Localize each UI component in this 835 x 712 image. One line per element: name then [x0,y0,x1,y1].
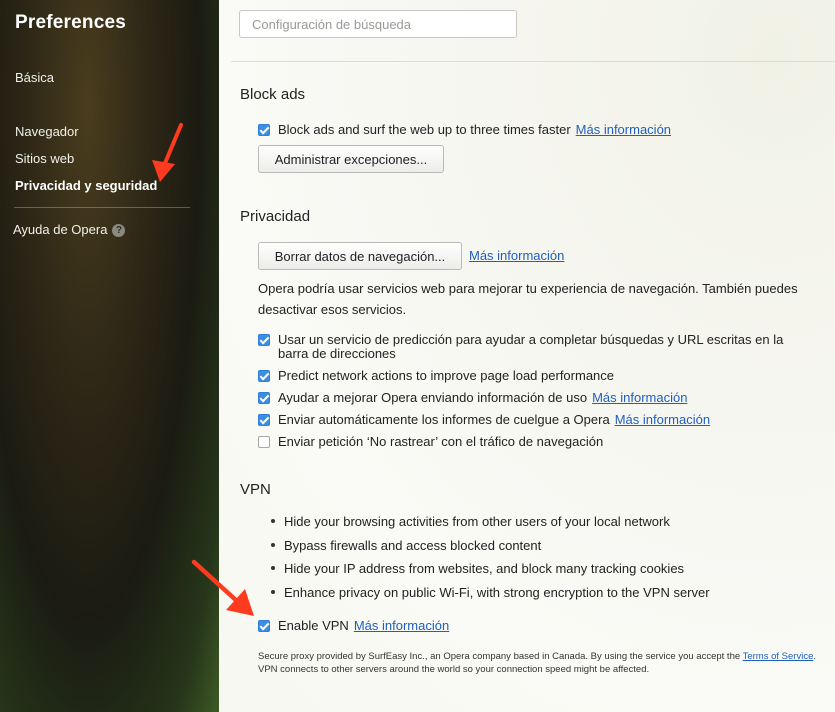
vpn-footer-period: . [813,651,816,662]
vpn-bullet: Bypass firewalls and access blocked cont… [271,538,541,554]
vpn-bullet-text: Bypass firewalls and access blocked cont… [284,538,542,553]
sidebar: Preferences Básica Navegador Sitios web … [0,0,219,712]
vpn-bullet: Hide your IP address from websites, and … [271,561,684,577]
predict-network-label: Predict network actions to improve page … [278,368,615,383]
block-ads-row: Block ads and surf the web up to three t… [258,122,671,138]
block-ads-more-info-link[interactable]: Más información [576,122,671,137]
block-ads-label: Block ads and surf the web up to three t… [278,122,571,137]
annotation-arrow-icon [152,123,183,182]
settings-panel: Block ads Block ads and surf the web up … [219,0,835,712]
search-input[interactable] [239,10,517,38]
sidebar-divider [14,207,190,208]
privacy-option-usage: Ayudar a mejorar Opera enviando informac… [258,390,687,406]
help-label: Ayuda de Opera [13,222,108,237]
bullet-icon [271,543,275,547]
vpn-title: VPN [240,481,271,498]
prediction-label: Usar un servicio de predicción para ayud… [278,332,784,347]
privacy-option-predict-network: Predict network actions to improve page … [258,368,614,384]
vpn-bullet-text: Hide your browsing activities from other… [284,514,670,529]
clear-browsing-data-button[interactable]: Borrar datos de navegación... [258,242,462,270]
header-divider [231,61,835,62]
help-icon: ? [112,224,126,237]
sidebar-item-sitios-web[interactable]: Sitios web [15,151,74,166]
sidebar-item-help[interactable]: Ayuda de Opera? [13,222,126,237]
privacy-option-do-not-track: Enviar petición ‘No rastrear’ con el trá… [258,434,603,450]
privacy-title: Privacidad [240,208,311,225]
do-not-track-label: Enviar petición ‘No rastrear’ con el trá… [278,434,604,449]
usage-more-info-link[interactable]: Más información [592,390,687,405]
privacy-more-info-link[interactable]: Más información [469,248,564,264]
crash-reports-label: Enviar automáticamente los informes de c… [278,412,610,427]
vpn-more-info-link[interactable]: Más información [354,618,449,633]
vpn-bullet-text: Hide your IP address from websites, and … [284,561,685,576]
enable-vpn-label: Enable VPN [278,618,349,633]
vpn-bullet-text: Enhance privacy on public Wi-Fi, with st… [284,585,710,600]
do-not-track-checkbox[interactable] [258,436,270,448]
sidebar-item-basica[interactable]: Básica [15,70,54,85]
terms-of-service-link[interactable]: Terms of Service [743,651,814,662]
vpn-footer-note: VPN connects to other servers around the… [258,663,650,675]
prediction-label-line2: barra de direcciones [278,346,396,361]
usage-label: Ayudar a mejorar Opera enviando informac… [278,390,588,405]
sidebar-title: Preferences [15,12,126,33]
bullet-icon [271,590,275,594]
vpn-footer: Secure proxy provided by SurfEasy Inc., … [258,651,830,676]
bullet-icon [271,566,275,570]
usage-checkbox[interactable] [258,392,270,404]
block-ads-title: Block ads [240,86,306,103]
manage-exceptions-button[interactable]: Administrar excepciones... [258,145,444,173]
crash-reports-more-info-link[interactable]: Más información [615,412,710,427]
privacy-description: Opera podría usar servicios web para mej… [258,281,798,317]
enable-vpn-checkbox[interactable] [258,620,270,632]
bullet-icon [271,519,275,523]
annotation-arrow-icon [191,559,254,616]
sidebar-item-navegador[interactable]: Navegador [15,124,79,139]
vpn-enable-row: Enable VPN Más información [258,618,449,634]
vpn-footer-text: Secure proxy provided by SurfEasy Inc., … [258,651,741,662]
vpn-bullet: Enhance privacy on public Wi-Fi, with st… [271,585,710,601]
privacy-option-crash-reports: Enviar automáticamente los informes de c… [258,412,710,428]
crash-reports-checkbox[interactable] [258,414,270,426]
vpn-bullet: Hide your browsing activities from other… [271,514,670,530]
block-ads-checkbox[interactable] [258,124,270,136]
predict-network-checkbox[interactable] [258,370,270,382]
prediction-checkbox[interactable] [258,334,270,346]
sidebar-item-privacidad[interactable]: Privacidad y seguridad [15,178,157,193]
